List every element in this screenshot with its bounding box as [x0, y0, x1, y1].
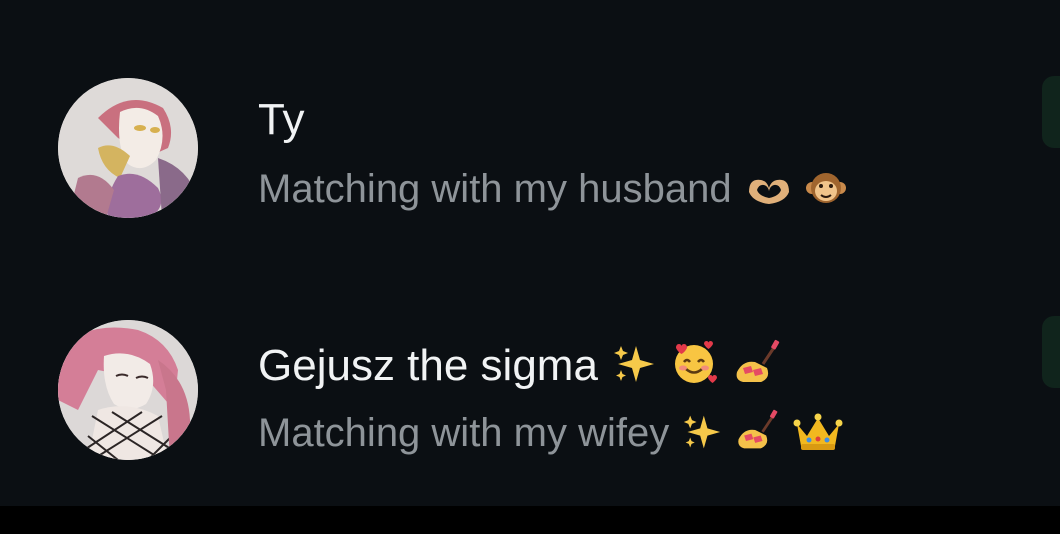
chat-name-text: Ty [258, 95, 305, 144]
chat-status-text: Matching with my husband [258, 167, 732, 211]
bottom-bar [0, 506, 1060, 534]
avatar-illustration [58, 320, 198, 460]
sparkles-icon [682, 412, 722, 459]
smiling-face-with-hearts-icon [670, 338, 718, 394]
monkey-face-icon [805, 168, 846, 215]
chat-status-text: Matching with my wifey [258, 411, 670, 455]
sparkles-icon [612, 342, 656, 394]
chat-name-text: Gejusz the sigma [258, 341, 598, 390]
chat-status: Matching with my husband [258, 168, 846, 215]
edge-panel-handle[interactable] [1042, 316, 1060, 388]
avatar-illustration [58, 78, 198, 218]
chat-status: Matching with my wifey [258, 408, 843, 459]
chat-name: Gejusz the sigma [258, 338, 781, 394]
edge-panel-handle[interactable] [1042, 76, 1060, 148]
chat-list: Ty Matching with my husband Gejusz the s… [0, 0, 1060, 506]
nail-polish-icon [733, 338, 781, 394]
crown-icon [793, 412, 843, 459]
chat-list-item[interactable]: Gejusz the sigma Matching with my wifey [0, 300, 1060, 480]
avatar[interactable] [58, 320, 198, 460]
avatar[interactable] [58, 78, 198, 218]
heart-hands-icon [745, 172, 793, 215]
chat-list-item[interactable]: Ty Matching with my husband [0, 58, 1060, 238]
nail-polish-icon [735, 408, 779, 459]
chat-name: Ty [258, 98, 304, 142]
